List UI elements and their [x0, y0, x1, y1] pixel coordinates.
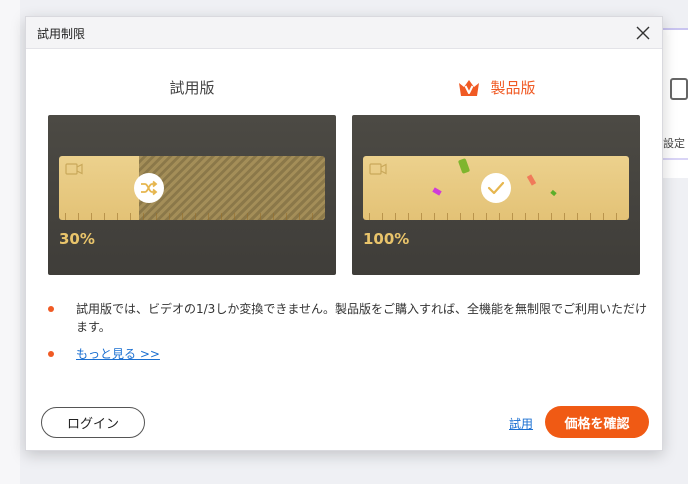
see-more-link[interactable]: もっと見る >> [76, 347, 160, 361]
trial-link[interactable]: 試用 [509, 415, 533, 432]
check-icon [487, 181, 505, 195]
shuffle-icon [141, 180, 158, 196]
dialog-titlebar: 試用制限 [26, 17, 662, 49]
close-icon [636, 26, 650, 40]
document-icon [670, 78, 688, 100]
video-camera-icon [369, 163, 387, 175]
check-price-button[interactable]: 価格を確認 [545, 406, 649, 438]
bullet-dot [48, 306, 54, 312]
check-badge [481, 173, 511, 203]
trial-plan-label: 試用版 [169, 79, 215, 97]
background-settings-label: 設定 [663, 137, 685, 150]
pro-plan-label: 製品版 [490, 79, 536, 97]
trial-percent: 30% [59, 230, 95, 248]
note-item: もっと見る >> [48, 345, 648, 363]
background-sidebar [0, 0, 20, 484]
video-camera-icon [65, 163, 83, 175]
trial-limit-dialog: 試用制限 試用版 製品版 30% 100% 試用版では、ビデオの1/3しか変換で… [25, 16, 663, 451]
pro-plan-header: 製品版 [353, 77, 641, 98]
background-divider [662, 158, 688, 160]
dialog-title: 試用制限 [37, 27, 86, 41]
crown-icon [459, 79, 480, 96]
pro-progress-track [363, 156, 629, 220]
close-button[interactable] [631, 21, 655, 45]
bullet-dot [48, 351, 54, 357]
trial-progress-track [59, 156, 325, 220]
login-button[interactable]: ログイン [41, 407, 145, 438]
note-text: 試用版では、ビデオの1/3しか変換できません。製品版をご購入すれば、全機能を無制… [76, 302, 647, 334]
background-panel [662, 28, 688, 178]
note-item: 試用版では、ビデオの1/3しか変換できません。製品版をご購入すれば、全機能を無制… [48, 300, 648, 336]
trial-preview-card: 30% [48, 115, 336, 275]
shuffle-badge [134, 173, 164, 203]
timeline-ruler [59, 208, 325, 220]
pro-preview-card: 100% [352, 115, 640, 275]
pro-percent: 100% [363, 230, 410, 248]
notes-list: 試用版では、ビデオの1/3しか変換できません。製品版をご購入すれば、全機能を無制… [48, 300, 648, 363]
timeline-ruler [363, 208, 629, 220]
